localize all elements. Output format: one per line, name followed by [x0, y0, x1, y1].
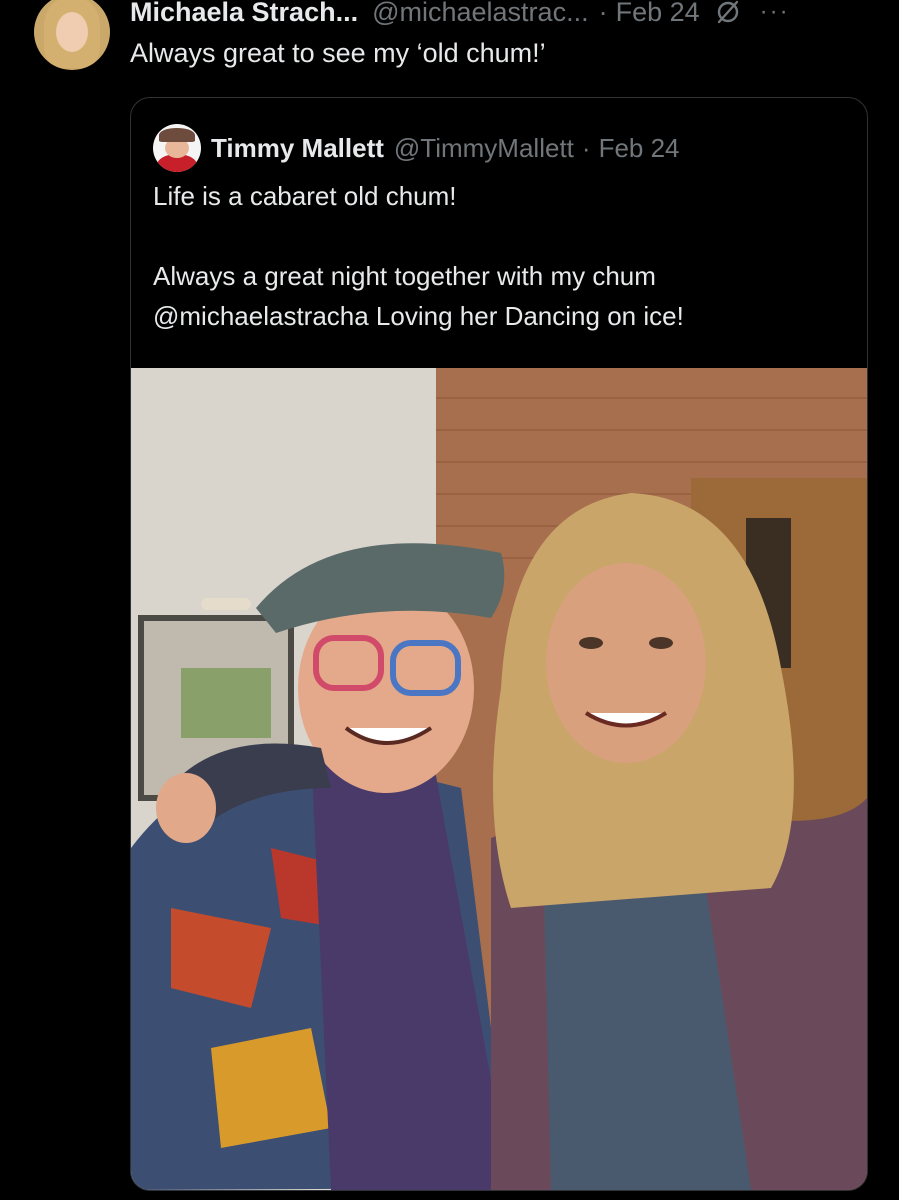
- post-author-handle[interactable]: @michaelastrac...: [372, 0, 588, 28]
- quoted-text-line-3[interactable]: @michaelastracha Loving her Dancing on i…: [153, 296, 843, 336]
- quoted-author-name[interactable]: Timmy Mallett: [211, 133, 384, 164]
- post-author-avatar[interactable]: [34, 0, 110, 70]
- photo-illustration: [131, 368, 867, 1190]
- quoted-author-avatar[interactable]: [153, 124, 201, 172]
- post-header: Michaela Strach... @michaelastrac... · F…: [130, 0, 879, 30]
- quoted-author-handle[interactable]: @TimmyMallett: [394, 133, 574, 164]
- quoted-text-line-1: Life is a cabaret old chum!: [153, 181, 457, 211]
- quoted-separator: ·: [581, 132, 591, 163]
- quoted-text: Life is a cabaret old chum! Always a gre…: [153, 176, 843, 336]
- quoted-header: Timmy Mallett @TimmyMallett · Feb 24: [153, 124, 680, 172]
- more-options-icon[interactable]: ···: [760, 0, 790, 26]
- grok-icon[interactable]: [714, 0, 742, 26]
- quoted-photo[interactable]: [131, 368, 867, 1190]
- quoted-text-line-2: Always a great night together with my ch…: [153, 261, 656, 291]
- quoted-date[interactable]: Feb 24: [599, 133, 680, 164]
- post-date[interactable]: Feb 24: [616, 0, 700, 28]
- post-text: Always great to see my ‘old chum!’: [130, 38, 546, 68]
- post-separator: ·: [598, 0, 608, 27]
- post-author-name[interactable]: Michaela Strach...: [130, 0, 358, 28]
- quoted-post[interactable]: Timmy Mallett @TimmyMallett · Feb 24 Lif…: [130, 97, 868, 1191]
